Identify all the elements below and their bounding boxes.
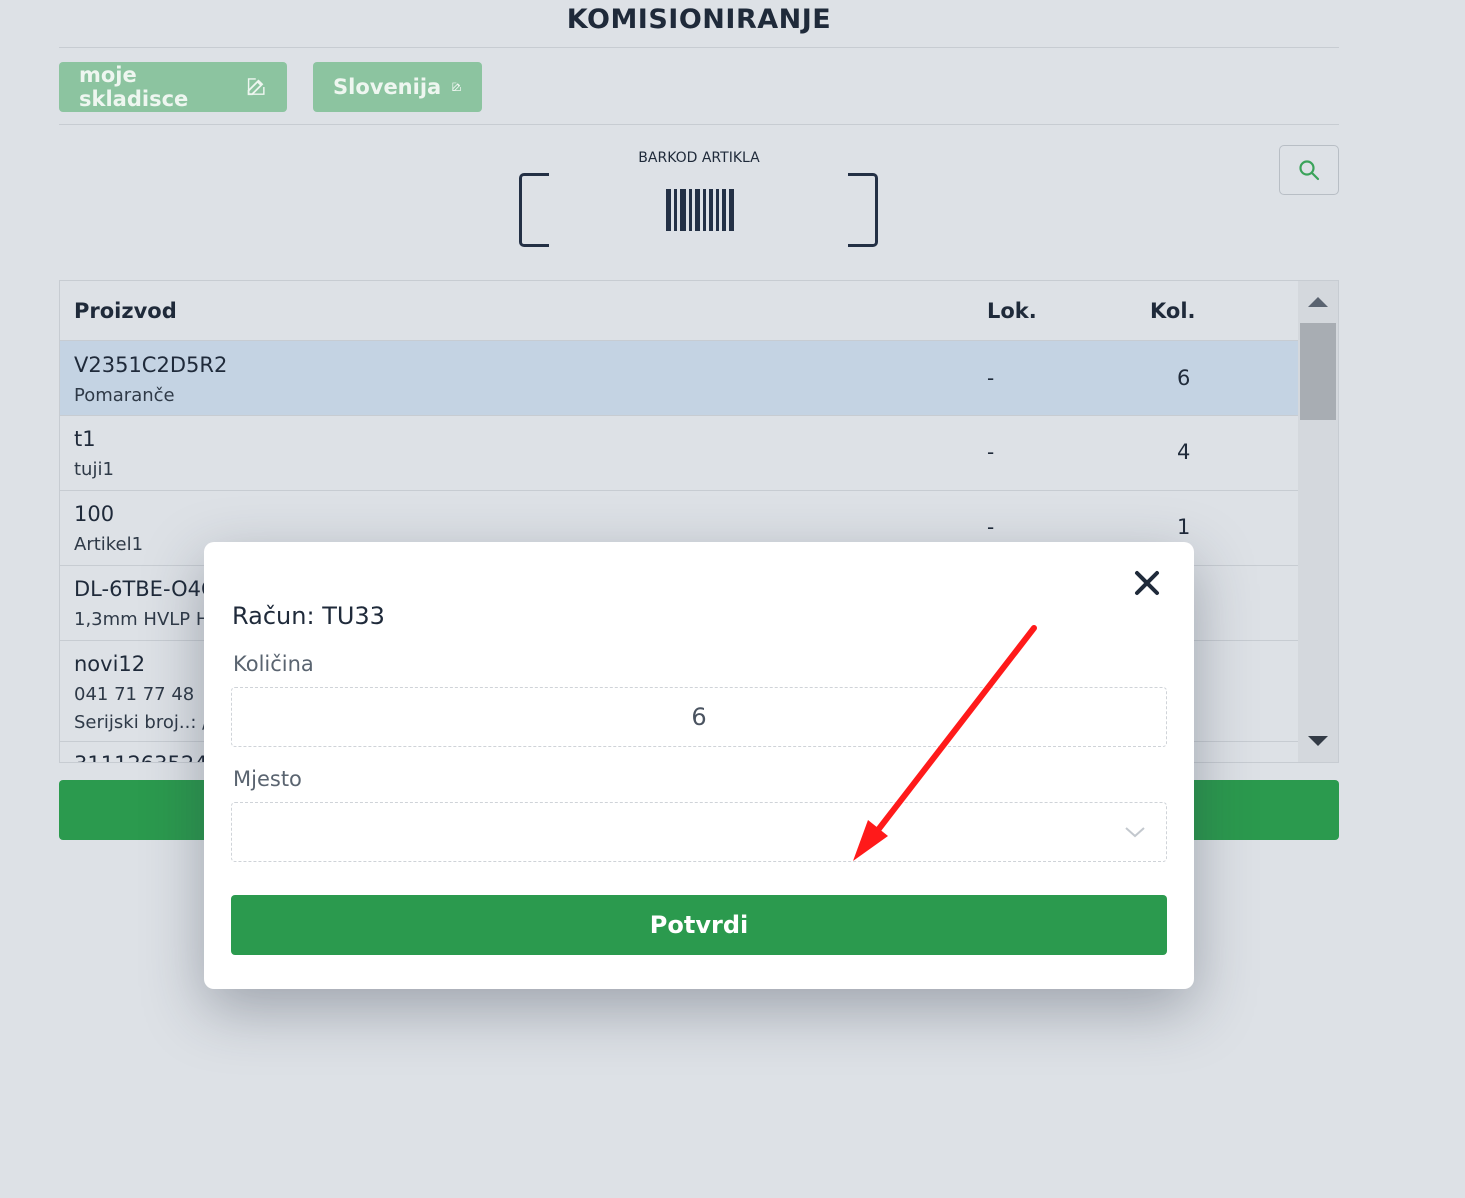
quantity-input[interactable] bbox=[231, 687, 1167, 747]
column-header-quantity: Kol. bbox=[1150, 299, 1196, 323]
product-code: novi12 bbox=[74, 652, 146, 676]
page-title: KOMISIONIRANJE bbox=[566, 4, 832, 35]
edit-icon bbox=[452, 82, 462, 92]
product-name: Artikel1 bbox=[74, 534, 144, 555]
table-row[interactable]: V2351C2D5R2 Pomaranče - 6 bbox=[60, 341, 1298, 416]
country-filter-button[interactable]: Slovenija bbox=[313, 62, 482, 112]
place-label: Mjesto bbox=[233, 767, 302, 791]
country-filter-label: Slovenija bbox=[333, 75, 442, 99]
invoice-title: Račun: TU33 bbox=[232, 602, 385, 630]
quantity-label: Količina bbox=[233, 652, 314, 676]
scroll-down-arrow-icon[interactable] bbox=[1308, 736, 1328, 746]
search-button[interactable] bbox=[1279, 145, 1339, 195]
product-code: t1 bbox=[74, 427, 96, 451]
product-name: 1,3mm HVLP H bbox=[74, 609, 210, 630]
product-location: - bbox=[987, 440, 995, 464]
scroll-thumb[interactable] bbox=[1300, 323, 1336, 420]
product-name: 041 71 77 48 bbox=[74, 684, 195, 705]
warehouse-filter-label: moje skladisce bbox=[79, 63, 189, 111]
column-header-product: Proizvod bbox=[74, 299, 177, 323]
product-quantity: 1 bbox=[1177, 515, 1191, 539]
scanner-frame-right[interactable] bbox=[848, 173, 878, 247]
product-code: V2351C2D5R2 bbox=[74, 353, 228, 377]
filters-divider bbox=[59, 124, 1339, 125]
column-header-location: Lok. bbox=[987, 299, 1037, 323]
product-quantity: 4 bbox=[1177, 440, 1191, 464]
header-divider bbox=[59, 47, 1339, 48]
product-location: - bbox=[987, 515, 995, 539]
confirm-button[interactable]: Potvrdi bbox=[231, 895, 1167, 955]
table-row[interactable]: t1 tuji1 - 4 bbox=[60, 416, 1298, 491]
product-code: 3111263524 bbox=[74, 752, 208, 762]
scroll-up-arrow-icon[interactable] bbox=[1308, 297, 1328, 307]
product-serial: Serijski broj..: / bbox=[74, 712, 209, 733]
quantity-dialog: Račun: TU33 Količina Mjesto Potvrdi bbox=[204, 542, 1194, 989]
product-code: 100 bbox=[74, 502, 115, 526]
chevron-down-icon bbox=[1125, 827, 1145, 838]
edit-icon bbox=[248, 78, 266, 96]
place-select[interactable] bbox=[231, 802, 1167, 862]
product-name: Pomaranče bbox=[74, 385, 175, 406]
close-icon[interactable] bbox=[1132, 568, 1162, 598]
search-icon bbox=[1299, 160, 1320, 181]
product-quantity: 6 bbox=[1177, 366, 1191, 390]
scanner-frame-left[interactable] bbox=[519, 173, 549, 247]
barcode-icon[interactable] bbox=[666, 189, 734, 231]
product-name: tuji1 bbox=[74, 459, 114, 480]
table-scrollbar[interactable] bbox=[1298, 281, 1338, 762]
product-location: - bbox=[987, 366, 995, 390]
table-header: Proizvod Lok. Kol. bbox=[60, 281, 1298, 341]
warehouse-filter-button[interactable]: moje skladisce bbox=[59, 62, 287, 112]
product-code: DL-6TBE-O4C bbox=[74, 577, 216, 601]
barcode-scanner-label: BARKOD ARTIKLA bbox=[638, 150, 760, 166]
